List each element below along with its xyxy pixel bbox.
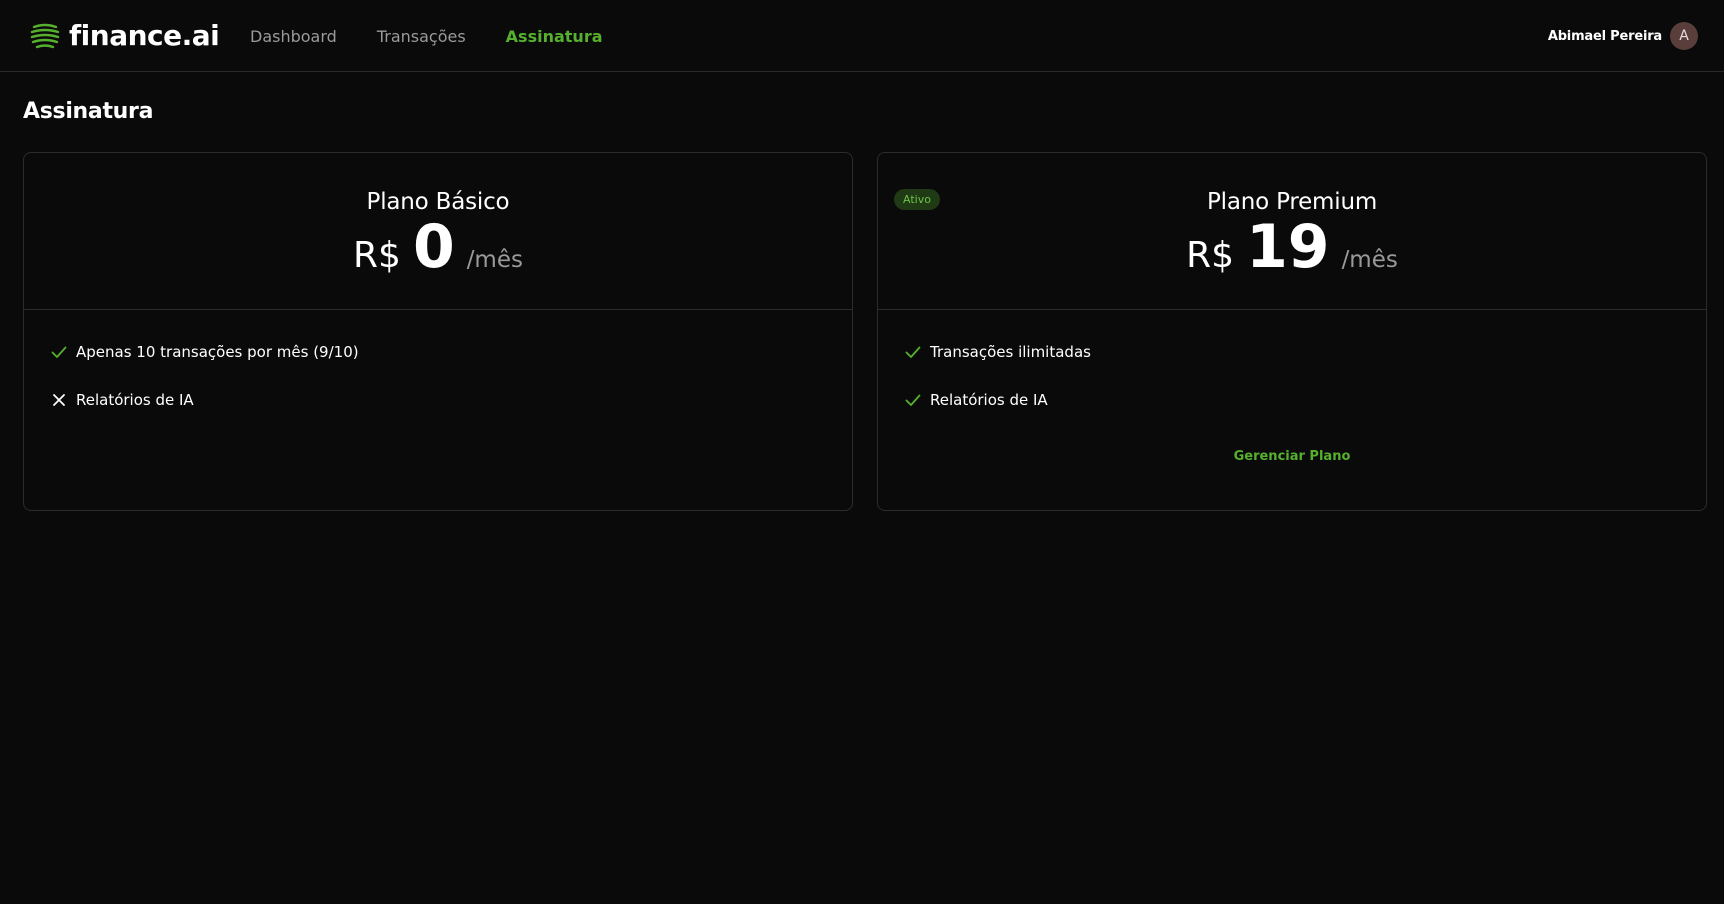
feature-item: Relatórios de IA xyxy=(904,388,1706,412)
feature-text: Apenas 10 transações por mês (9/10) xyxy=(76,343,359,361)
striped-sphere-icon xyxy=(30,23,60,49)
feature-text: Transações ilimitadas xyxy=(930,343,1091,361)
plan-card-basic: Plano Básico R$ 0 /mês Apenas 10 transaç… xyxy=(23,152,853,511)
plan-card-premium: Ativo Plano Premium R$ 19 /mês Transaçõe… xyxy=(877,152,1707,511)
nav-transacoes[interactable]: Transações xyxy=(377,27,466,46)
top-navbar: finance.ai Dashboard Transações Assinatu… xyxy=(0,0,1724,72)
page-title: Assinatura xyxy=(23,99,154,124)
feature-text: Relatórios de IA xyxy=(930,391,1048,409)
feature-list: Transações ilimitadas Relatórios de IA xyxy=(878,310,1706,412)
plan-price: R$ 0 /mês xyxy=(353,215,523,279)
nav-assinatura[interactable]: Assinatura xyxy=(506,27,603,46)
x-icon xyxy=(53,394,65,406)
nav-dashboard[interactable]: Dashboard xyxy=(250,27,337,46)
price-currency: R$ xyxy=(353,235,401,276)
price-amount: 19 xyxy=(1246,212,1330,282)
feature-item: Relatórios de IA xyxy=(50,388,852,412)
main-nav: Dashboard Transações Assinatura xyxy=(250,22,643,50)
app-name: finance.ai xyxy=(69,18,220,52)
user-name: Abimael Pereira xyxy=(1547,28,1662,44)
app-logo[interactable]: finance.ai xyxy=(29,17,220,53)
user-menu[interactable]: Abimael Pereira A xyxy=(1548,21,1698,51)
feature-item: Apenas 10 transações por mês (9/10) xyxy=(50,340,852,364)
check-icon xyxy=(51,346,67,358)
check-icon xyxy=(905,346,921,358)
price-currency: R$ xyxy=(1186,235,1235,276)
avatar[interactable]: A xyxy=(1670,22,1698,50)
plan-price: R$ 19 /mês xyxy=(1186,215,1398,279)
status-badge: Ativo xyxy=(894,189,940,210)
manage-plan-button[interactable]: Gerenciar Plano xyxy=(878,449,1706,464)
feature-item: Transações ilimitadas xyxy=(904,340,1706,364)
price-period: /mês xyxy=(1341,247,1398,273)
check-icon xyxy=(905,394,921,406)
price-amount: 0 xyxy=(412,212,455,282)
plan-header: Ativo Plano Premium R$ 19 /mês xyxy=(878,153,1706,310)
price-period: /mês xyxy=(466,247,523,273)
feature-text: Relatórios de IA xyxy=(76,391,194,409)
feature-list: Apenas 10 transações por mês (9/10) Rela… xyxy=(24,310,852,412)
plan-header: Plano Básico R$ 0 /mês xyxy=(24,153,852,310)
